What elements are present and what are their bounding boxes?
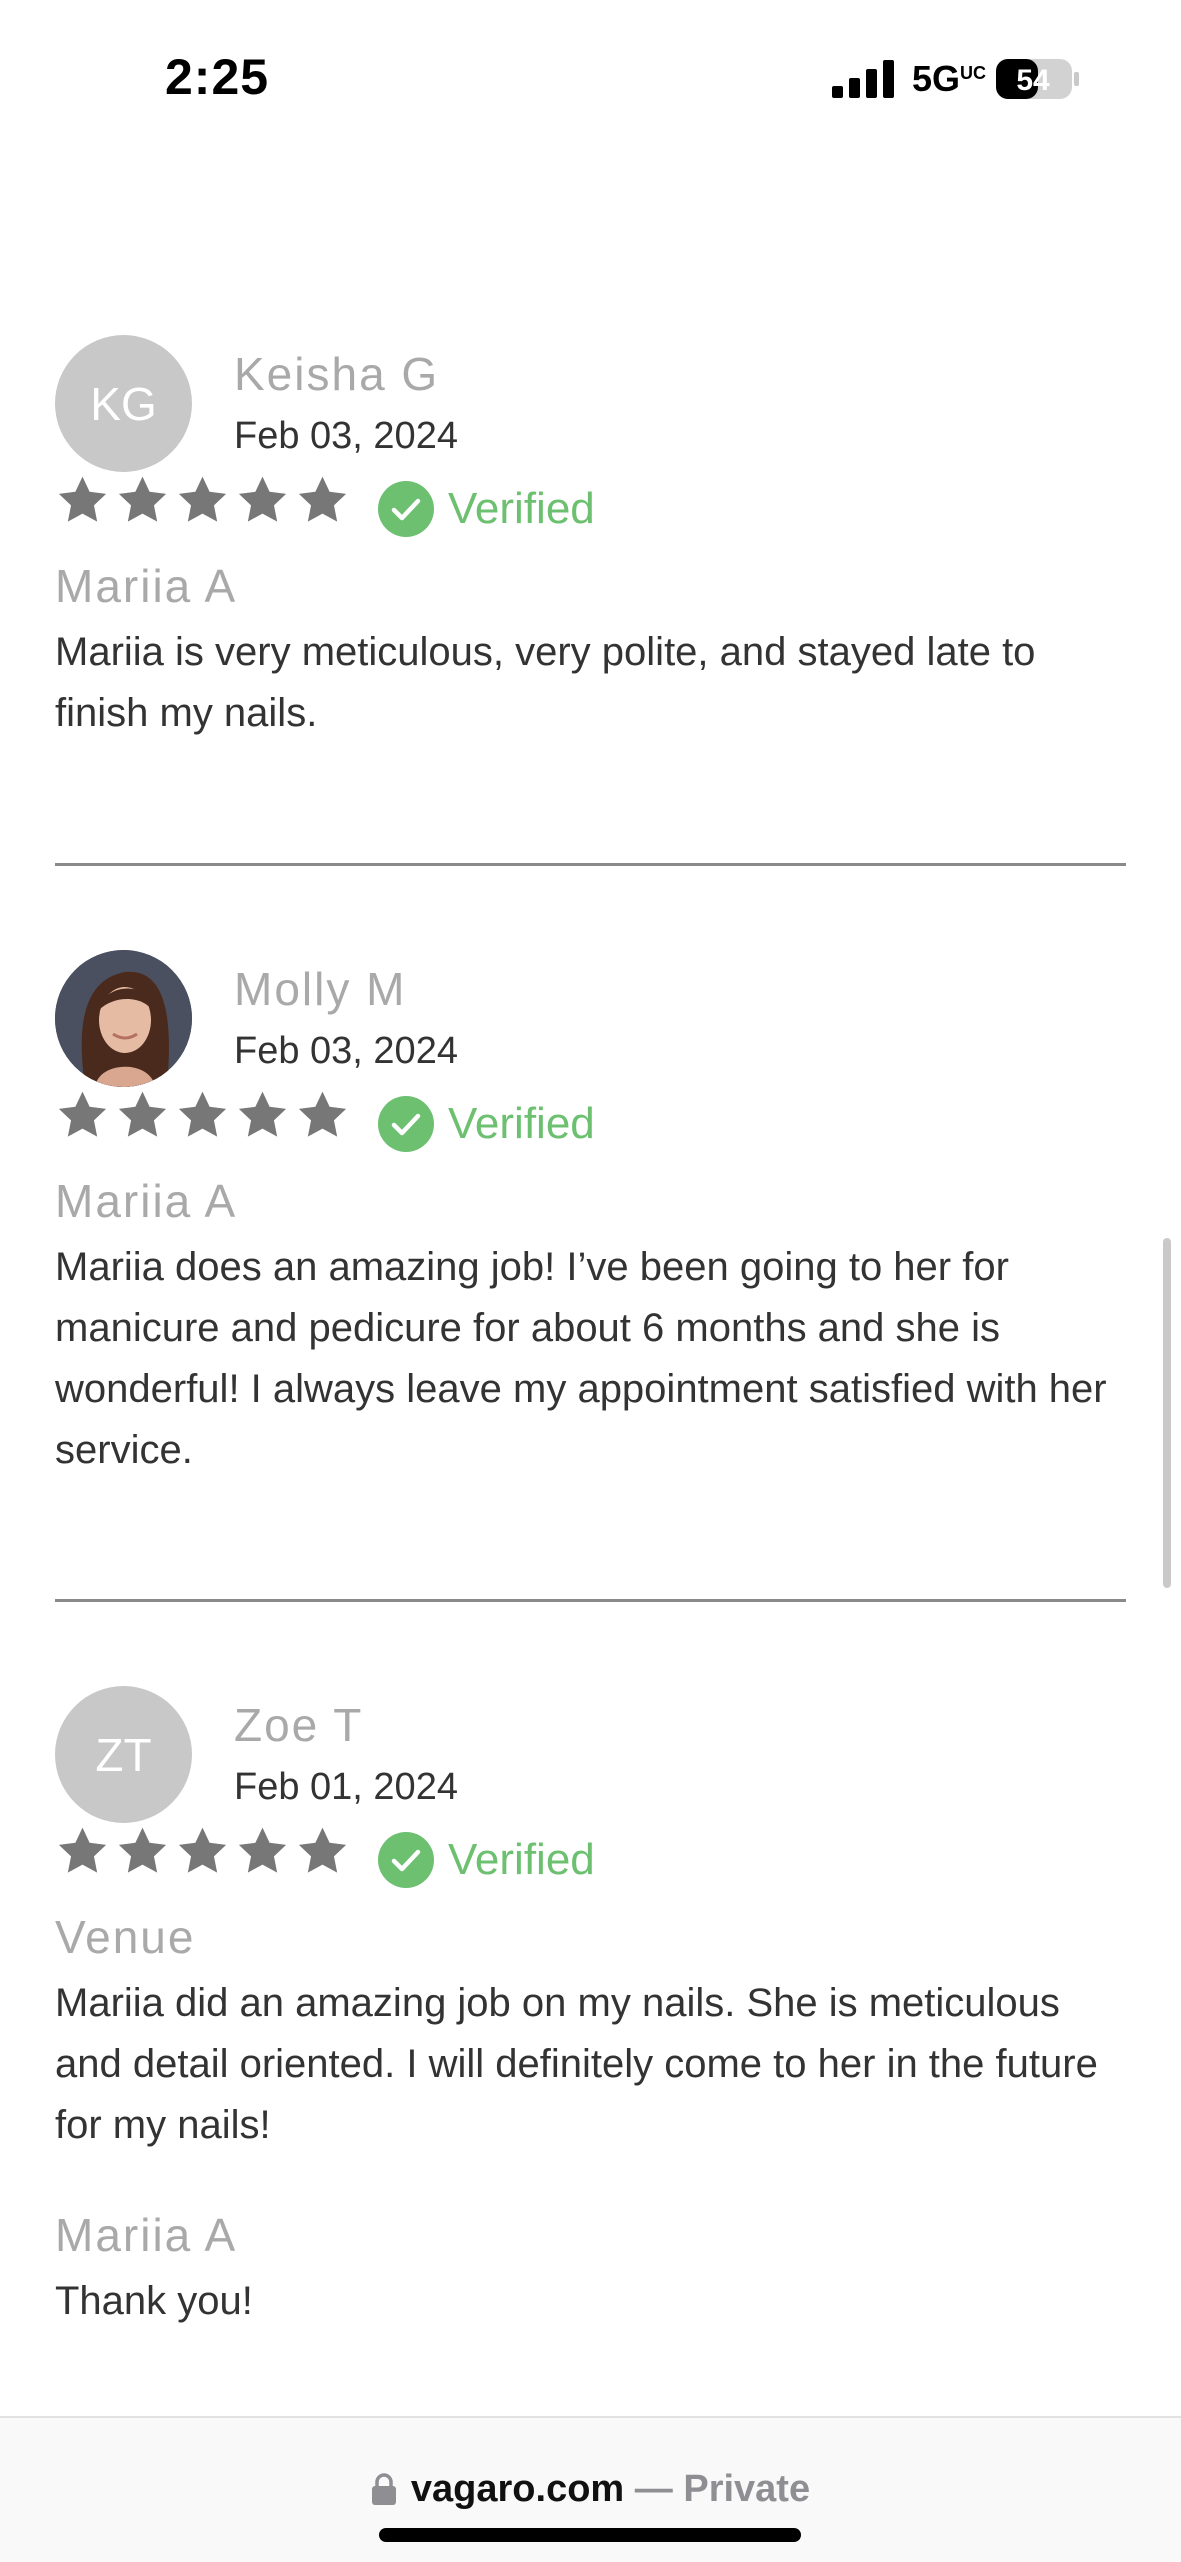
verified-badge: Verified bbox=[378, 479, 595, 539]
staff-name: Mariia A bbox=[55, 1175, 238, 1227]
verified-badge: Verified bbox=[378, 1094, 595, 1154]
review-text: Mariia did an amazing job on my nails. S… bbox=[55, 1981, 1098, 2147]
staff-name: Venue bbox=[55, 1911, 196, 1963]
verified-label: Verified bbox=[448, 1099, 595, 1148]
star-icon bbox=[178, 476, 227, 522]
battery-icon: 54 bbox=[996, 59, 1079, 99]
review-date: Feb 01, 2024 bbox=[234, 1766, 458, 1808]
browser-bottom-bar: vagaro.com — Private bbox=[0, 2416, 1181, 2562]
star-icon bbox=[58, 1827, 107, 1873]
url-separator: — bbox=[624, 2468, 684, 2510]
address-bar[interactable]: vagaro.com — Private bbox=[0, 2468, 1181, 2511]
review-date: Feb 03, 2024 bbox=[234, 1030, 458, 1072]
check-circle-icon bbox=[378, 481, 434, 537]
star-icon bbox=[238, 1091, 287, 1137]
review-text: Mariia does an amazing job! I’ve been go… bbox=[55, 1245, 1107, 1472]
home-indicator[interactable] bbox=[379, 2528, 801, 2542]
star-rating bbox=[55, 1088, 350, 1144]
verified-label: Verified bbox=[448, 1835, 595, 1884]
star-icon bbox=[238, 1827, 287, 1873]
star-icon bbox=[178, 1827, 227, 1873]
reply-text: Thank you! bbox=[55, 2279, 253, 2323]
star-icon bbox=[118, 476, 167, 522]
star-icon bbox=[58, 1091, 107, 1137]
check-circle-icon bbox=[378, 1096, 434, 1152]
review-card: KG Keisha G Feb 03, 2024 Verified Mariia… bbox=[55, 335, 1126, 755]
network-type: 5GUC bbox=[912, 58, 986, 100]
star-rating bbox=[55, 473, 350, 529]
lock-icon bbox=[371, 2473, 396, 2505]
star-icon bbox=[238, 476, 287, 522]
star-icon bbox=[298, 1091, 347, 1137]
status-time: 2:25 bbox=[165, 49, 270, 105]
network-suffix: UC bbox=[960, 63, 987, 83]
scrollbar[interactable] bbox=[1163, 1238, 1171, 1588]
avatar: KG bbox=[55, 335, 192, 472]
verified-badge: Verified bbox=[378, 1830, 595, 1890]
staff-name: Mariia A bbox=[55, 560, 238, 612]
star-icon bbox=[178, 1091, 227, 1137]
private-mode-label: Private bbox=[683, 2468, 811, 2510]
network-label: 5G bbox=[912, 58, 961, 99]
review-card: ZT Zoe T Feb 01, 2024 Verified Venue Mar… bbox=[55, 1686, 1126, 2326]
review-text: Mariia is very meticulous, very polite, … bbox=[55, 630, 1036, 735]
url-domain: vagaro.com bbox=[410, 2468, 625, 2510]
battery-level: 54 bbox=[1016, 64, 1050, 97]
star-icon bbox=[118, 1827, 167, 1873]
star-icon bbox=[298, 1827, 347, 1873]
divider bbox=[55, 863, 1126, 866]
profile-photo bbox=[55, 950, 192, 1087]
reviewer-name: Keisha G bbox=[234, 348, 440, 400]
verified-label: Verified bbox=[448, 484, 595, 533]
status-bar: 2:25 5GUC 54 bbox=[0, 0, 1181, 160]
reviewer-name: Molly M bbox=[234, 963, 407, 1015]
avatar bbox=[55, 950, 192, 1087]
star-icon bbox=[298, 476, 347, 522]
divider bbox=[55, 1599, 1126, 1602]
reviewer-name: Zoe T bbox=[234, 1699, 364, 1751]
review-date: Feb 03, 2024 bbox=[234, 415, 458, 457]
avatar: ZT bbox=[55, 1686, 192, 1823]
reply-author: Mariia A bbox=[55, 2209, 238, 2261]
star-icon bbox=[58, 476, 107, 522]
star-icon bbox=[118, 1091, 167, 1137]
star-rating bbox=[55, 1824, 350, 1880]
cellular-signal-icon bbox=[832, 60, 894, 98]
review-card: Molly M Feb 03, 2024 Verified Mariia A M… bbox=[55, 950, 1126, 1510]
check-circle-icon bbox=[378, 1832, 434, 1888]
